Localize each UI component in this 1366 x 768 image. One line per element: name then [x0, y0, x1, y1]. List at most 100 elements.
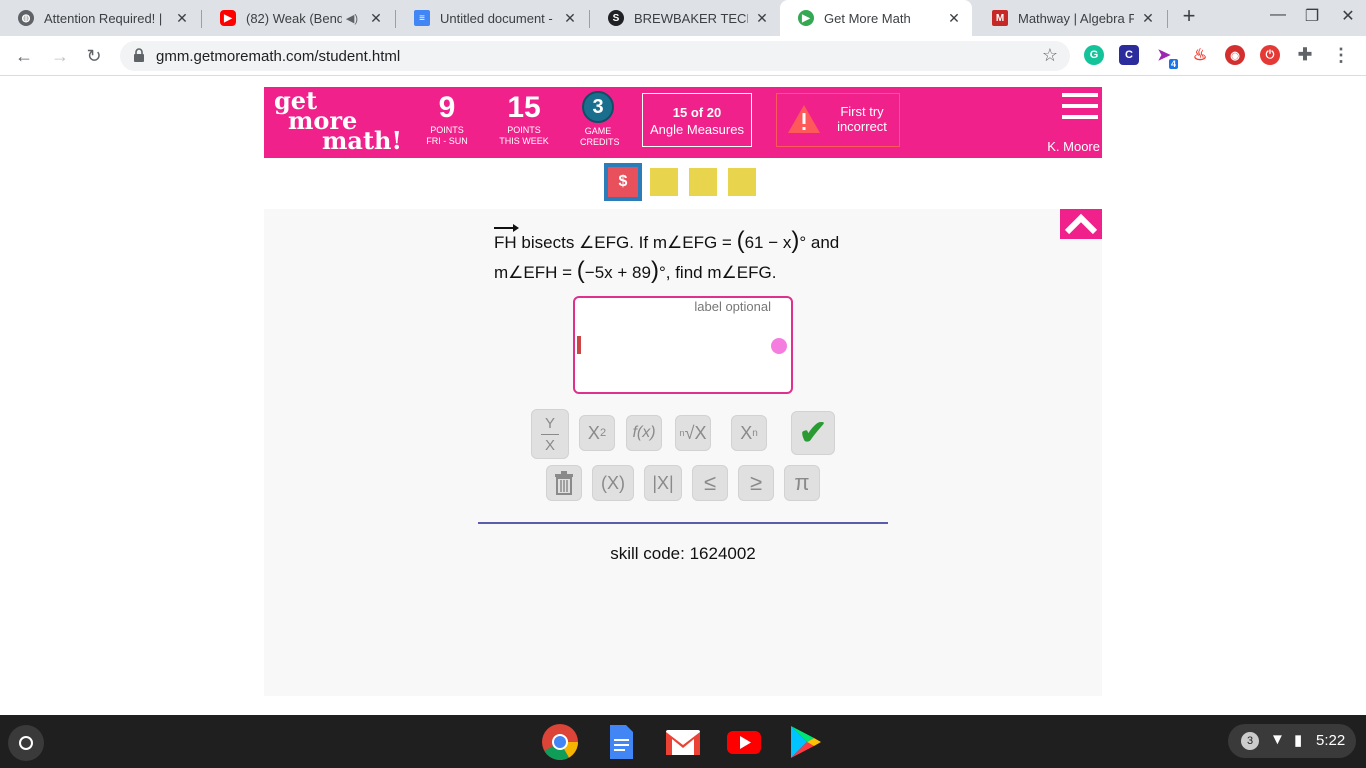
docs-icon[interactable] [602, 723, 640, 761]
tab-mathway[interactable]: M Mathway | Algebra P ✕ [974, 0, 1166, 36]
wifi-icon: ▼ [1270, 731, 1285, 748]
trash-icon[interactable] [546, 465, 582, 501]
divider [478, 522, 888, 524]
exponent-key[interactable]: X2 [579, 415, 615, 451]
question-part4: °, find m∠EFG. [658, 263, 777, 282]
flame-icon[interactable]: ♨ [1190, 45, 1210, 65]
question-part3: m∠EFH = [494, 263, 573, 282]
minimize-icon[interactable]: — [1266, 6, 1290, 24]
send-extension-icon[interactable]: ➤ 4 [1154, 45, 1178, 69]
close-icon[interactable]: ✕ [562, 10, 578, 27]
points-week-value: 15 [507, 91, 541, 124]
label-handle[interactable] [771, 338, 787, 354]
gmail-icon[interactable] [664, 723, 702, 761]
tab-youtube[interactable]: ▶ (82) Weak (Bend ◀) ✕ [202, 0, 394, 36]
chevron-up-icon [1064, 213, 1098, 235]
text-cursor [577, 336, 581, 354]
chrome-icon[interactable] [541, 723, 579, 761]
puzzle-icon[interactable]: ✚ [1295, 45, 1315, 65]
new-tab-button[interactable]: + [1178, 5, 1200, 28]
topic-name: Angle Measures [650, 122, 744, 137]
user-name[interactable]: K. Moore [1047, 139, 1100, 154]
address-bar[interactable]: gmm.getmoremath.com/student.html ☆ [120, 41, 1070, 71]
close-icon[interactable]: ✕ [754, 10, 770, 27]
speaker-icon[interactable]: ◀) [346, 12, 358, 25]
game-credits-value: 3 [582, 91, 614, 123]
answer-input[interactable]: label optional [573, 296, 793, 394]
tab-google-doc[interactable]: ≡ Untitled document - G ✕ [396, 0, 588, 36]
browser-toolbar: ← → ↻ gmm.getmoremath.com/student.html ☆… [0, 36, 1366, 76]
clock: 5:22 [1316, 732, 1346, 749]
reload-icon[interactable]: ↻ [82, 44, 106, 68]
parentheses-key[interactable]: (X) [592, 465, 634, 501]
globe-icon: ◍ [18, 10, 34, 26]
gmm-icon: ▶ [798, 10, 814, 26]
greater-equal-key[interactable]: ≥ [738, 465, 774, 501]
collapse-up-button[interactable] [1060, 209, 1102, 239]
bookmark-star-icon[interactable]: ☆ [1042, 45, 1058, 66]
warning-icon [788, 105, 820, 133]
back-arrow-icon[interactable]: ← [12, 44, 36, 68]
tab-title: (82) Weak (Bend [246, 10, 342, 26]
mathway-icon: M [992, 10, 1008, 26]
alert-line2: incorrect [837, 119, 887, 134]
game-credits[interactable]: 3 GAME CREDITS [580, 91, 620, 148]
restore-icon[interactable]: ❐ [1300, 6, 1324, 26]
browser-tab-strip: ◍ Attention Required! | ✕ ▶ (82) Weak (B… [0, 0, 1366, 36]
problem-workspace: FH bisects ∠EFG. If m∠EFG = (61 − x)° an… [264, 209, 1102, 696]
close-icon[interactable]: ✕ [946, 10, 962, 27]
close-icon[interactable]: ✕ [174, 10, 190, 27]
record-icon[interactable]: ⏻ [1260, 45, 1280, 65]
play-store-icon[interactable] [786, 723, 824, 761]
attempt-status: First try incorrect [776, 93, 900, 147]
lighthouse-icon[interactable]: ◉ [1225, 45, 1245, 65]
pi-key[interactable]: π [784, 465, 820, 501]
problem-progress: 15 of 20 Angle Measures [642, 93, 752, 147]
close-icon[interactable]: ✕ [1140, 10, 1156, 27]
hamburger-menu-icon[interactable] [1062, 93, 1098, 123]
battery-icon: ▮ [1294, 732, 1303, 749]
tab-title: BREWBAKER TECHN [634, 10, 748, 26]
tab-attention-required[interactable]: ◍ Attention Required! | ✕ [0, 0, 200, 36]
less-equal-key[interactable]: ≤ [692, 465, 728, 501]
question-text: FH bisects ∠EFG. If m∠EFG = (61 − x)° an… [494, 224, 840, 284]
progress-square [728, 168, 756, 196]
tab-brewbaker[interactable]: S BREWBAKER TECHN ✕ [590, 0, 780, 36]
c-extension-icon[interactable]: C [1119, 45, 1139, 65]
expression-2: −5x + 89 [584, 263, 651, 282]
absolute-value-key[interactable]: |X| [644, 465, 682, 501]
expression-1: 61 − x [744, 233, 792, 252]
grammarly-icon[interactable]: G [1084, 45, 1104, 65]
root-key[interactable]: n √X [675, 415, 711, 451]
tab-get-more-math[interactable]: ▶ Get More Math ✕ [780, 0, 972, 36]
youtube-icon[interactable] [725, 723, 763, 761]
window-close-icon[interactable]: ✕ [1336, 6, 1360, 26]
label-optional-hint: label optional [694, 299, 771, 314]
page-content: get more math! 9 POINTS FRI - SUN 15 POI… [0, 77, 1366, 715]
os-shelf: 3 ▼ ▮ 5:22 [0, 715, 1366, 768]
gmm-header: get more math! 9 POINTS FRI - SUN 15 POI… [264, 87, 1102, 158]
forward-arrow-icon[interactable]: → [48, 44, 72, 68]
skill-code: skill code: 1624002 [610, 544, 756, 563]
question-part1: bisects ∠EFG. If m∠EFG = [521, 233, 732, 252]
submit-check-button[interactable]: ✔ [791, 411, 835, 455]
subscript-key[interactable]: Xn [731, 415, 767, 451]
points-week-label: POINTS [507, 125, 541, 135]
function-key[interactable]: f(x) [626, 415, 662, 451]
dollar-icon: $ [608, 167, 638, 197]
ray-fh: FH [494, 224, 519, 257]
more-menu-icon[interactable]: ⋮ [1331, 45, 1351, 65]
points-weekend-value: 9 [438, 91, 456, 124]
tab-title: Mathway | Algebra P [1018, 10, 1134, 26]
fraction-key[interactable]: YX [531, 409, 569, 459]
s-logo-icon: S [608, 10, 624, 26]
system-tray[interactable]: 3 ▼ ▮ 5:22 [1228, 724, 1356, 758]
close-icon[interactable]: ✕ [368, 10, 384, 27]
points-weekend-sublabel: FRI - SUN [426, 136, 468, 146]
launcher-button[interactable] [8, 725, 44, 761]
tab-title: Attention Required! | [44, 10, 163, 26]
game-credits-sublabel: CREDITS [580, 137, 620, 147]
progress-square [650, 168, 678, 196]
youtube-icon: ▶ [220, 10, 236, 26]
points-week: 15 POINTS THIS WEEK [489, 91, 559, 147]
